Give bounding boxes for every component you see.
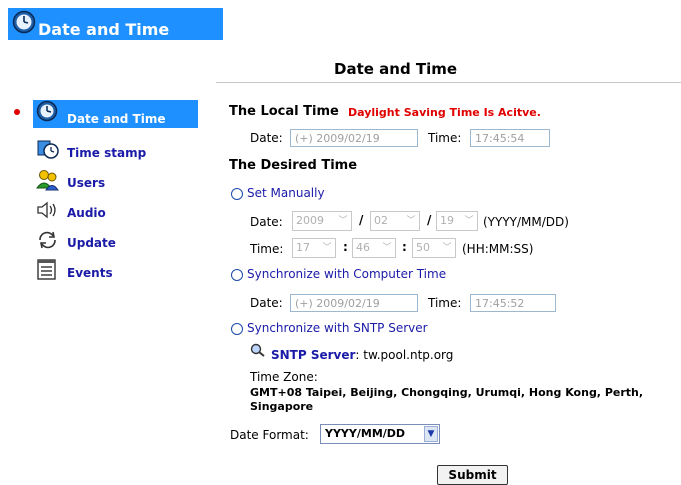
computer-date-label: Date: [250, 296, 283, 310]
local-date-field[interactable]: (+) 2009/02/19 [290, 129, 418, 147]
sidebar-item-label: Update [67, 236, 116, 250]
set-manually-label[interactable]: Set Manually [247, 186, 325, 200]
dst-notice: Daylight Saving Time Is Acitve. [348, 106, 541, 119]
desired-time-heading: The Desired Time [229, 158, 358, 173]
chevron-down-icon: ﹀ [382, 243, 392, 253]
sidebar-item-label: Audio [67, 206, 106, 220]
second-value: 50 [416, 241, 430, 254]
sync-sntp-label[interactable]: Synchronize with SNTP Server [247, 321, 428, 335]
time-stamp-icon [37, 140, 59, 159]
active-bullet-icon [14, 109, 20, 115]
chevron-down-icon: ﹀ [406, 216, 416, 226]
sync-computer-radio[interactable] [231, 269, 243, 281]
month-value: 02 [374, 214, 388, 227]
chevron-down-icon: ﹀ [338, 216, 348, 226]
year-value: 2009 [296, 214, 324, 227]
date-separator: / [427, 213, 432, 227]
date-format-select[interactable]: YYYY/MM/DD ▼ [320, 424, 440, 444]
speaker-icon [37, 201, 56, 219]
sidebar-item-update[interactable]: Update [33, 228, 198, 256]
header-title: Date and Time [38, 20, 170, 39]
hour-select[interactable]: 17 ﹀ [292, 238, 336, 258]
server-search-icon [250, 343, 265, 357]
local-time-heading: The Local Time [229, 104, 339, 119]
date-format-label: Date Format: [230, 428, 309, 442]
day-select[interactable]: 19 ﹀ [436, 211, 478, 231]
month-select[interactable]: 02 ﹀ [370, 211, 420, 231]
sidebar-item-date-and-time[interactable]: Date and Time [33, 100, 198, 128]
sidebar-item-label: Time stamp [67, 146, 147, 160]
page-title: Date and Time [334, 60, 458, 78]
minute-value: 46 [356, 241, 370, 254]
date-format-value: YYYY/MM/DD [325, 427, 406, 440]
date-format-hint: (YYYY/MM/DD) [483, 215, 569, 229]
date-separator: / [359, 213, 364, 227]
submit-button[interactable]: Submit [437, 465, 508, 485]
update-icon [39, 231, 56, 249]
time-zone-value-line2: Singapore [250, 400, 314, 413]
computer-date-field[interactable]: (+) 2009/02/19 [290, 294, 418, 312]
clock-icon [36, 100, 58, 122]
day-value: 19 [440, 214, 454, 227]
local-time-field[interactable]: 17:45:54 [470, 129, 550, 147]
time-zone-value-line1: GMT+08 Taipei, Beijing, Chongqing, Urumq… [250, 386, 644, 399]
sidebar-item-label: Date and Time [67, 112, 166, 126]
manual-date-label: Date: [250, 215, 283, 229]
computer-time-label: Time: [428, 296, 462, 310]
sidebar-item-time-stamp[interactable]: Time stamp [33, 138, 198, 166]
sidebar-item-events[interactable]: Events [33, 258, 198, 286]
clock-icon [12, 10, 36, 34]
manual-time-label: Time: [250, 242, 284, 256]
divider [216, 82, 681, 83]
sync-computer-label[interactable]: Synchronize with Computer Time [247, 267, 446, 281]
sidebar-item-audio[interactable]: Audio [33, 198, 198, 226]
sntp-server-label[interactable]: SNTP Server [271, 348, 355, 362]
chevron-down-icon: ﹀ [322, 243, 332, 253]
time-separator: : [402, 240, 407, 254]
chevron-down-icon: ﹀ [442, 243, 452, 253]
time-zone-label: Time Zone: [250, 370, 318, 384]
set-manually-radio[interactable] [231, 188, 243, 200]
minute-select[interactable]: 46 ﹀ [352, 238, 396, 258]
chevron-down-icon: ▼ [424, 426, 438, 442]
events-icon [37, 259, 56, 280]
sidebar-item-users[interactable]: Users [33, 168, 198, 196]
computer-time-field[interactable]: 17:45:52 [470, 294, 556, 312]
chevron-down-icon: ﹀ [464, 216, 474, 226]
sntp-server-value: : tw.pool.ntp.org [355, 348, 454, 362]
local-time-label: Time: [428, 131, 462, 145]
hour-value: 17 [296, 241, 310, 254]
sidebar-item-label: Users [67, 176, 106, 190]
sync-sntp-radio[interactable] [231, 323, 243, 335]
local-date-label: Date: [250, 131, 283, 145]
users-icon [36, 170, 59, 191]
time-format-hint: (HH:MM:SS) [462, 242, 534, 256]
sntp-server-line: SNTP Server: tw.pool.ntp.org [271, 348, 453, 362]
second-select[interactable]: 50 ﹀ [412, 238, 456, 258]
sidebar-item-label: Events [67, 266, 113, 280]
time-separator: : [343, 240, 348, 254]
year-select[interactable]: 2009 ﹀ [292, 211, 352, 231]
header-banner: Date and Time [8, 8, 223, 40]
